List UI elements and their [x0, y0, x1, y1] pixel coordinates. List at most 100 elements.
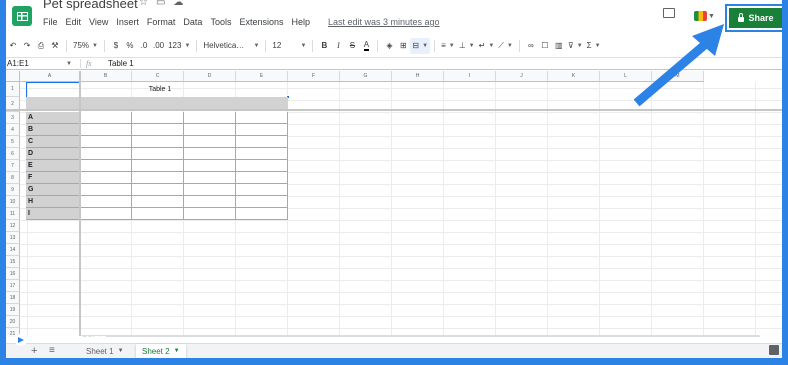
- column-header[interactable]: K: [548, 71, 600, 82]
- table-row-label[interactable]: H: [26, 196, 80, 208]
- row-header[interactable]: 1: [6, 82, 20, 97]
- sheet-tab-1[interactable]: Sheet 1 ▼: [80, 344, 130, 358]
- select-all-corner[interactable]: [6, 71, 20, 82]
- row-header[interactable]: 3: [6, 112, 20, 124]
- row-header[interactable]: 15: [6, 256, 20, 268]
- table-row-label[interactable]: C: [26, 136, 80, 148]
- row-header[interactable]: 5: [6, 136, 20, 148]
- menu-insert[interactable]: Insert: [116, 17, 139, 27]
- table-row-label[interactable]: I: [26, 208, 80, 220]
- table-cell[interactable]: [184, 124, 236, 136]
- row-header[interactable]: 11: [6, 208, 20, 220]
- table-cell[interactable]: [80, 136, 132, 148]
- table-cell[interactable]: [236, 160, 288, 172]
- column-header[interactable]: I: [444, 71, 496, 82]
- column-header[interactable]: E: [236, 71, 288, 82]
- menu-edit[interactable]: Edit: [66, 17, 82, 27]
- table-cell[interactable]: [132, 196, 184, 208]
- sheet-tab-2[interactable]: Sheet 2 ▼: [136, 344, 186, 358]
- row-header[interactable]: 14: [6, 244, 20, 256]
- table-cell[interactable]: [80, 172, 132, 184]
- column-header[interactable]: C: [132, 71, 184, 82]
- table-cell[interactable]: [184, 208, 236, 220]
- comment-history-icon[interactable]: [663, 8, 675, 18]
- undo-icon[interactable]: ↶: [6, 38, 20, 54]
- add-sheet-button[interactable]: +: [31, 345, 37, 357]
- wrap-icon[interactable]: ↵ ▼: [477, 38, 497, 54]
- meet-button[interactable]: ▼: [694, 6, 720, 26]
- table-cell[interactable]: [236, 184, 288, 196]
- column-header[interactable]: F: [288, 71, 340, 82]
- menu-data[interactable]: Data: [183, 17, 202, 27]
- explore-icon[interactable]: [769, 345, 779, 355]
- row-header[interactable]: 13: [6, 232, 20, 244]
- cloud-status-icon[interactable]: ☁: [173, 0, 191, 8]
- table-cell[interactable]: [132, 172, 184, 184]
- row-header[interactable]: 16: [6, 268, 20, 280]
- paint-format-icon[interactable]: ⚒: [48, 38, 62, 54]
- table-cell[interactable]: [236, 208, 288, 220]
- text-color-button[interactable]: A: [359, 38, 373, 54]
- column-header[interactable]: H: [392, 71, 444, 82]
- table-cell[interactable]: [236, 112, 288, 124]
- row-header[interactable]: 20: [6, 316, 20, 328]
- table-title-cell[interactable]: Table 1: [140, 82, 180, 97]
- zoom-select[interactable]: 75% ▼: [71, 38, 100, 54]
- align-icon[interactable]: ≡ ▼: [439, 38, 457, 54]
- percent-button[interactable]: %: [123, 38, 137, 54]
- table-row-label[interactable]: E: [26, 160, 80, 172]
- rotate-icon[interactable]: ⟋ ▼: [496, 38, 515, 54]
- merge-cells-icon[interactable]: ⊟ ▼: [410, 37, 431, 54]
- row-header[interactable]: 17: [6, 280, 20, 292]
- chart-icon[interactable]: ▥: [552, 38, 566, 54]
- menu-format[interactable]: Format: [147, 17, 176, 27]
- table-cell[interactable]: [184, 136, 236, 148]
- strikethrough-button[interactable]: S: [345, 38, 359, 54]
- table-cell[interactable]: [184, 148, 236, 160]
- table-cell[interactable]: [132, 184, 184, 196]
- currency-button[interactable]: $: [109, 38, 123, 54]
- horizontal-scrollbar[interactable]: [80, 335, 760, 337]
- table-row-label[interactable]: G: [26, 184, 80, 196]
- filter-icon[interactable]: ⊽ ▼: [566, 38, 585, 54]
- formula-input[interactable]: Table 1: [102, 59, 134, 68]
- italic-button[interactable]: I: [331, 38, 345, 54]
- functions-icon[interactable]: Σ ▼: [585, 38, 603, 54]
- table-cell[interactable]: [80, 148, 132, 160]
- table-cell[interactable]: [80, 208, 132, 220]
- table-cell[interactable]: [184, 160, 236, 172]
- table-cell[interactable]: [80, 160, 132, 172]
- row-header[interactable]: 9: [6, 184, 20, 196]
- table-cell[interactable]: [80, 112, 132, 124]
- row-header[interactable]: 18: [6, 292, 20, 304]
- row-header[interactable]: 4: [6, 124, 20, 136]
- table-cell[interactable]: [236, 124, 288, 136]
- table-cell[interactable]: [236, 136, 288, 148]
- insert-comment-icon[interactable]: ☐: [538, 38, 552, 54]
- table-cell[interactable]: [80, 184, 132, 196]
- menu-view[interactable]: View: [89, 17, 108, 27]
- column-header[interactable]: L: [600, 71, 652, 82]
- decrease-decimal-button[interactable]: .0: [137, 38, 151, 54]
- table-cell[interactable]: [132, 136, 184, 148]
- table-row-label[interactable]: D: [26, 148, 80, 160]
- row-header[interactable]: 6: [6, 148, 20, 160]
- table-row-label[interactable]: F: [26, 172, 80, 184]
- frozen-row-divider[interactable]: [6, 109, 782, 111]
- valign-icon[interactable]: ⊥ ▼: [457, 38, 477, 54]
- table-cell[interactable]: [132, 208, 184, 220]
- borders-icon[interactable]: ⊞: [396, 38, 410, 54]
- column-header[interactable]: M: [652, 71, 704, 82]
- increase-decimal-button[interactable]: .00: [151, 38, 166, 54]
- row-header[interactable]: 12: [6, 220, 20, 232]
- print-icon[interactable]: ⎙: [34, 38, 48, 54]
- last-edit-link[interactable]: Last edit was 3 minutes ago: [328, 17, 440, 27]
- table-row-label[interactable]: A: [26, 112, 80, 124]
- column-header[interactable]: D: [184, 71, 236, 82]
- star-icon[interactable]: ☆: [139, 0, 156, 8]
- redo-icon[interactable]: ↷: [20, 38, 34, 54]
- table-cell[interactable]: [184, 112, 236, 124]
- table-cell[interactable]: [80, 196, 132, 208]
- table-cell[interactable]: [236, 172, 288, 184]
- table-cell[interactable]: [184, 184, 236, 196]
